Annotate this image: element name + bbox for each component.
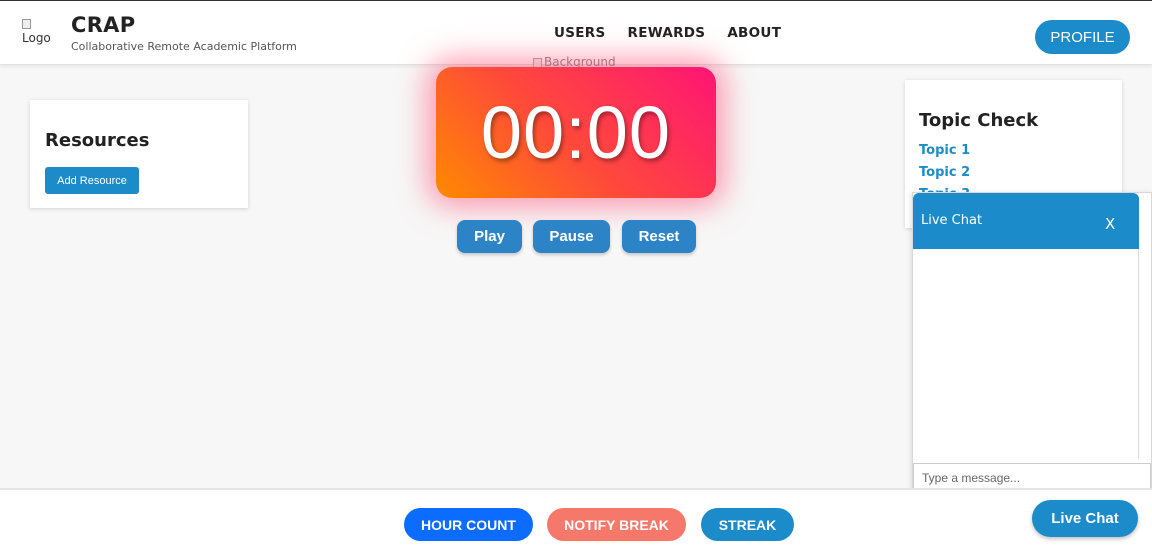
timer-value: 00:00 xyxy=(480,91,672,174)
nav-rewards[interactable]: REWARDS xyxy=(628,25,706,41)
chat-title: Live Chat xyxy=(921,213,983,228)
broken-image-icon xyxy=(533,57,542,68)
play-button[interactable]: Play xyxy=(457,220,522,253)
add-resource-button[interactable]: Add Resource xyxy=(45,167,139,194)
notify-break-button[interactable]: NOTIFY BREAK xyxy=(547,508,686,541)
streak-button[interactable]: STREAK xyxy=(701,508,794,541)
resources-card: Resources Add Resource xyxy=(30,100,248,208)
pause-button[interactable]: Pause xyxy=(533,220,610,253)
resources-title: Resources xyxy=(45,130,150,151)
nav-users[interactable]: USERS xyxy=(554,25,606,41)
chat-messages xyxy=(913,249,1139,459)
hour-count-button[interactable]: HOUR COUNT xyxy=(404,508,533,541)
topic-link-1[interactable]: Topic 1 xyxy=(919,143,970,158)
main-nav: USERS REWARDS ABOUT xyxy=(554,25,781,41)
broken-image-icon xyxy=(22,19,31,29)
reset-button[interactable]: Reset xyxy=(622,220,696,253)
live-chat-toggle-button[interactable]: Live Chat xyxy=(1032,500,1138,537)
topic-check-title: Topic Check xyxy=(919,110,1039,131)
chat-header: Live Chat X xyxy=(913,193,1139,249)
profile-button[interactable]: PROFILE xyxy=(1035,20,1130,54)
live-chat-panel: Live Chat X xyxy=(912,192,1152,492)
app-title: CRAP xyxy=(71,13,136,37)
chat-close-button[interactable]: X xyxy=(1105,215,1115,233)
topic-link-2[interactable]: Topic 2 xyxy=(919,165,970,180)
logo-alt-text: Logo xyxy=(22,31,51,45)
timer-display: 00:00 xyxy=(436,67,716,198)
app-subtitle: Collaborative Remote Academic Platform xyxy=(71,40,297,53)
nav-about[interactable]: ABOUT xyxy=(727,25,781,41)
logo-image: Logo xyxy=(22,19,58,47)
